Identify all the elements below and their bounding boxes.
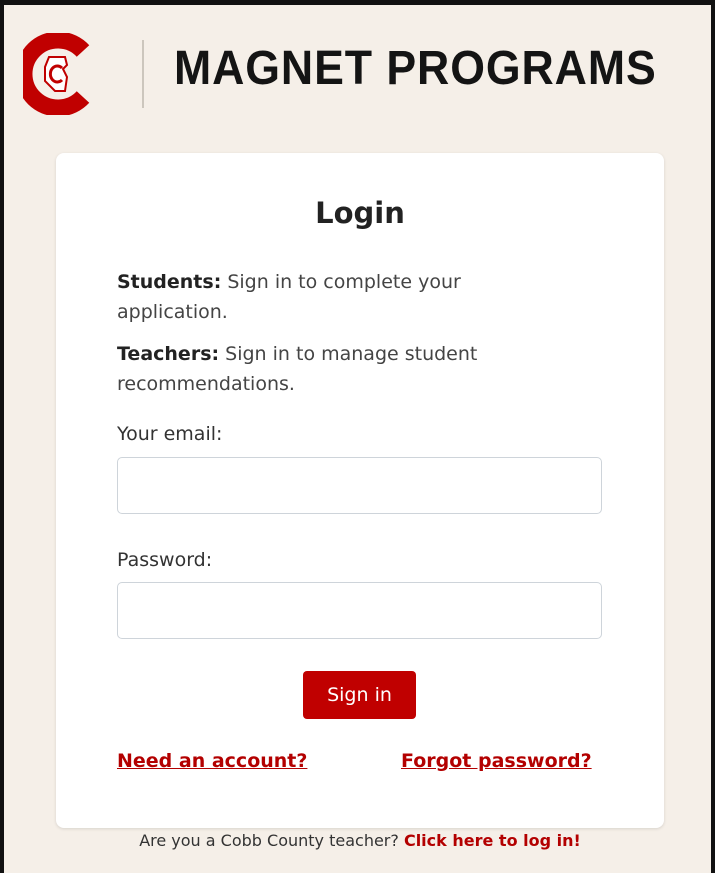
teacher-login-footer: Are you a Cobb County teacher? Click her… <box>0 831 715 850</box>
password-field[interactable] <box>117 582 602 639</box>
cobb-county-c-logo-icon[interactable] <box>23 33 91 115</box>
login-title: Login <box>315 196 405 230</box>
teacher-login-link[interactable]: Click here to log in! <box>404 831 581 850</box>
need-account-link[interactable]: Need an account? <box>117 750 307 772</box>
header-divider <box>142 40 144 108</box>
email-field[interactable] <box>117 457 602 514</box>
footer-text: Are you a Cobb County teacher? <box>139 831 404 850</box>
teachers-label: Teachers: <box>117 343 220 365</box>
students-instructions: Students: Sign in to complete your appli… <box>117 267 537 327</box>
site-header: MAGNET PROGRAMS <box>4 5 711 135</box>
students-label: Students: <box>117 271 222 293</box>
teachers-instructions: Teachers: Sign in to manage student reco… <box>117 339 537 399</box>
forgot-password-link[interactable]: Forgot password? <box>401 750 592 772</box>
site-title: MAGNET PROGRAMS <box>174 42 657 95</box>
password-label: Password: <box>117 549 213 571</box>
login-card: Login Students: Sign in to complete your… <box>56 153 664 828</box>
sign-in-button[interactable]: Sign in <box>303 671 416 719</box>
email-label: Your email: <box>117 423 223 445</box>
